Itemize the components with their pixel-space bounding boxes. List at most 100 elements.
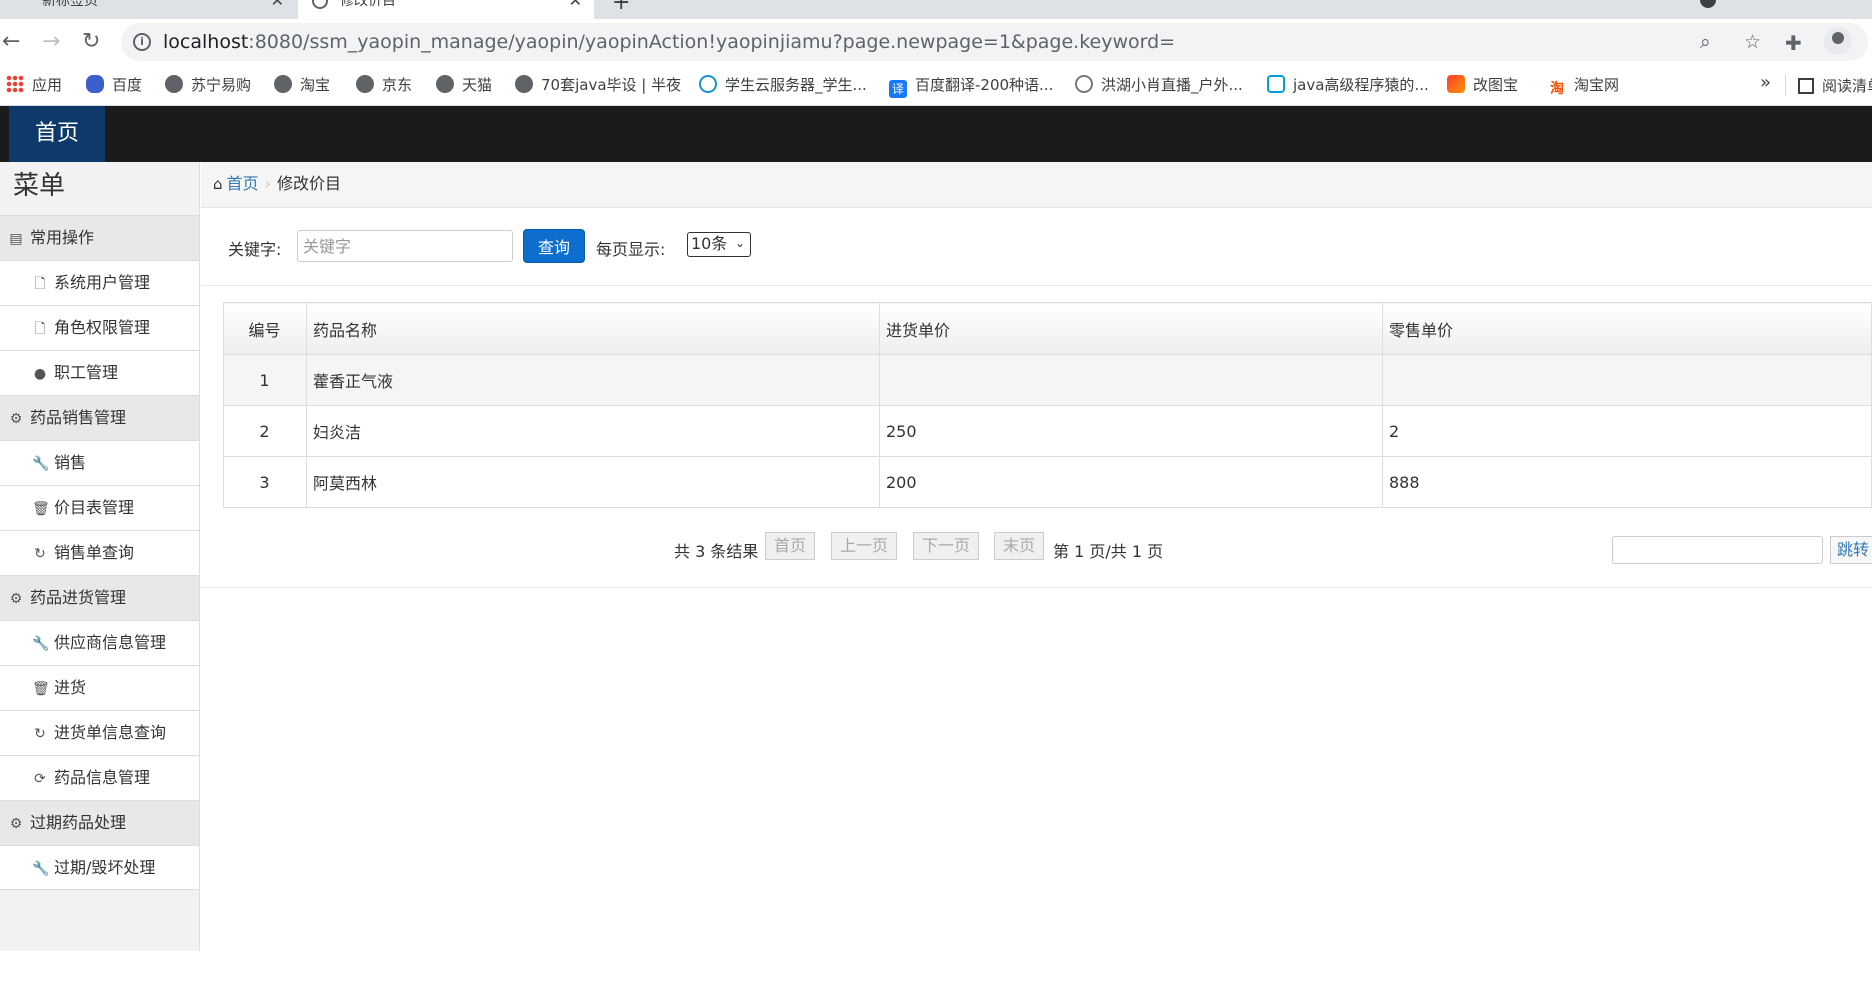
jump-button[interactable]: 跳转 — [1830, 536, 1872, 564]
table-row[interactable]: 2 妇炎洁 250 2 — [223, 405, 1872, 457]
menu-item-label: 系统用户管理 — [54, 273, 151, 292]
taobao-icon: 淘 — [1550, 81, 1564, 97]
keyword-input[interactable] — [297, 230, 513, 262]
bookmark-item[interactable]: 洪湖小肖直播_户外... — [1075, 75, 1243, 95]
address-bar[interactable]: i localhost:8080/ssm_yaopin_manage/yaopi… — [121, 23, 1868, 61]
menu-group-label: 药品进货管理 — [30, 588, 127, 607]
bookmark-label: 百度 — [112, 76, 143, 94]
bookmark-item[interactable]: 京东 — [356, 75, 412, 95]
cloud-icon — [699, 75, 717, 93]
cell-name: 藿香正气液 — [306, 354, 880, 406]
breadcrumb: ⌂ 首页 › 修改价目 — [201, 162, 1872, 208]
jump-page-input[interactable] — [1612, 536, 1823, 564]
bookmark-item[interactable]: 淘淘宝网 — [1548, 75, 1619, 98]
cell-retail-price: 888 — [1382, 456, 1872, 508]
cell-name: 妇炎洁 — [306, 405, 880, 457]
url-path: :8080/ssm_yaopin_manage/yaopin/yaopinAct… — [248, 31, 1176, 53]
menu-item-system-users[interactable]: 🗋 系统用户管理 — [0, 260, 199, 305]
menu-title: 菜单 — [0, 162, 199, 215]
gear-icon: ⚙ — [9, 591, 23, 607]
table-row[interactable]: 3 阿莫西林 200 888 — [223, 456, 1872, 508]
extensions-icon[interactable]: ✚ — [1785, 31, 1802, 55]
address-url[interactable]: localhost:8080/ssm_yaopin_manage/yaopin/… — [163, 31, 1175, 53]
menu-item-expired-damaged[interactable]: 🔧 过期/毁坏处理 — [0, 845, 199, 890]
globe-icon — [515, 75, 533, 93]
menu-item-sales-query[interactable]: ↻ 销售单查询 — [0, 530, 199, 575]
prev-page-button[interactable]: 上一页 — [831, 532, 898, 560]
menu-item-drug-info[interactable]: ⟳ 药品信息管理 — [0, 755, 199, 800]
bookmark-item[interactable]: 淘宝 — [274, 75, 330, 95]
trash-icon: 🗑 — [32, 501, 50, 517]
bookmark-item[interactable]: 译百度翻译-200种语... — [889, 75, 1053, 98]
menu-item-purchase-query[interactable]: ↻ 进货单信息查询 — [0, 710, 199, 755]
bookmark-item[interactable]: 百度 — [86, 75, 142, 95]
menu-group-expired[interactable]: ⚙ 过期药品处理 — [0, 800, 199, 845]
bookmarks-more-icon[interactable]: » — [1760, 72, 1771, 93]
col-header-purchase-price: 进货单价 — [879, 302, 1383, 355]
menu-group-sales[interactable]: ⚙ 药品销售管理 — [0, 395, 199, 440]
menu-item-label: 销售单查询 — [54, 543, 135, 562]
tab-close-icon[interactable]: ✕ — [569, 0, 582, 10]
browser-toolbar: ← → ↻ i localhost:8080/ssm_yaopin_manage… — [0, 19, 1872, 66]
breadcrumb-home-link[interactable]: 首页 — [227, 174, 259, 193]
bookmark-item[interactable]: 学生云服务器_学生... — [699, 75, 867, 95]
bookmark-item[interactable]: 70套java毕设 | 半夜 — [515, 75, 681, 95]
menu-item-label: 进货 — [54, 678, 87, 697]
result-count: 共 3 条结果 — [674, 542, 759, 561]
bookmark-item[interactable]: 苏宁易购 — [165, 75, 251, 95]
chevron-down-icon: ⌄ — [734, 236, 745, 250]
translate-icon: 译 — [889, 80, 907, 98]
col-header-id: 编号 — [223, 302, 307, 355]
forward-icon[interactable]: → — [42, 30, 60, 54]
table-row[interactable]: 1 藿香正气液 — [223, 354, 1872, 406]
query-button[interactable]: 查询 — [523, 229, 585, 263]
menu-group-purchase[interactable]: ⚙ 药品进货管理 — [0, 575, 199, 620]
menu-item-staff[interactable]: ● 职工管理 — [0, 350, 199, 395]
menu-item-suppliers[interactable]: 🔧 供应商信息管理 — [0, 620, 199, 665]
bookmark-label: 洪湖小肖直播_户外... — [1101, 76, 1243, 94]
wrench-icon: 🔧 — [32, 861, 50, 877]
menu-item-price-list[interactable]: 🗑 价目表管理 — [0, 485, 199, 530]
back-icon[interactable]: ← — [2, 30, 20, 54]
site-info-icon[interactable]: i — [133, 33, 151, 51]
reading-list-button[interactable]: 阅读清单 — [1798, 75, 1872, 96]
browser-tab[interactable]: 新标签页 ✕ — [0, 0, 296, 19]
browser-tab-active[interactable]: 修改价目 ✕ — [298, 0, 594, 19]
list-icon: ▤ — [9, 231, 23, 247]
reload-icon[interactable]: ↻ — [82, 30, 100, 54]
cell-purchase-price — [879, 354, 1383, 406]
tab-search-icon[interactable] — [1700, 0, 1716, 8]
first-page-button[interactable]: 首页 — [765, 532, 816, 560]
bookmark-label: 应用 — [32, 76, 63, 94]
bookmark-item[interactable]: 天猫 — [436, 75, 492, 95]
nav-home-tab[interactable]: 首页 — [9, 106, 105, 162]
profile-avatar[interactable] — [1824, 27, 1852, 55]
zoom-icon[interactable]: ⌕ — [1700, 31, 1711, 53]
menu-group-label: 过期药品处理 — [30, 813, 127, 832]
tab-close-icon[interactable]: ✕ — [271, 0, 284, 10]
menu-group-common[interactable]: ▤ 常用操作 — [0, 215, 199, 260]
menu-item-role-permissions[interactable]: 🗋 角色权限管理 — [0, 305, 199, 350]
next-page-button[interactable]: 下一页 — [913, 532, 980, 560]
per-page-value: 10条 — [691, 234, 728, 253]
tab-title: 修改价目 — [340, 0, 396, 9]
last-page-button[interactable]: 末页 — [994, 532, 1045, 560]
new-tab-icon[interactable]: + — [612, 0, 630, 15]
home-icon: ⌂ — [213, 175, 223, 193]
tab-title: 新标签页 — [42, 0, 98, 9]
col-header-retail-price: 零售单价 — [1382, 302, 1872, 355]
bookmark-star-icon[interactable]: ☆ — [1744, 31, 1761, 53]
per-page-label: 每页显示: — [596, 240, 666, 259]
pagination: 共 3 条结果 首页 上一页 下一页 末页 第 1 页/共 1 页 跳转 — [201, 528, 1872, 568]
bookmark-item[interactable]: java高级程序猿的... — [1267, 75, 1429, 95]
breadcrumb-separator: › — [264, 174, 271, 193]
divider — [201, 587, 1872, 588]
bookmark-item[interactable]: 应用 — [6, 75, 62, 95]
bookmark-item[interactable]: 改图宝 — [1447, 75, 1518, 95]
menu-item-purchase[interactable]: 🗑 进货 — [0, 665, 199, 710]
bookmark-label: 百度翻译-200种语... — [915, 76, 1054, 94]
menu-item-sale[interactable]: 🔧 销售 — [0, 440, 199, 485]
menu-item-label: 职工管理 — [54, 363, 119, 382]
per-page-select[interactable]: 10条 ⌄ — [687, 232, 751, 257]
cell-purchase-price: 250 — [879, 405, 1383, 457]
